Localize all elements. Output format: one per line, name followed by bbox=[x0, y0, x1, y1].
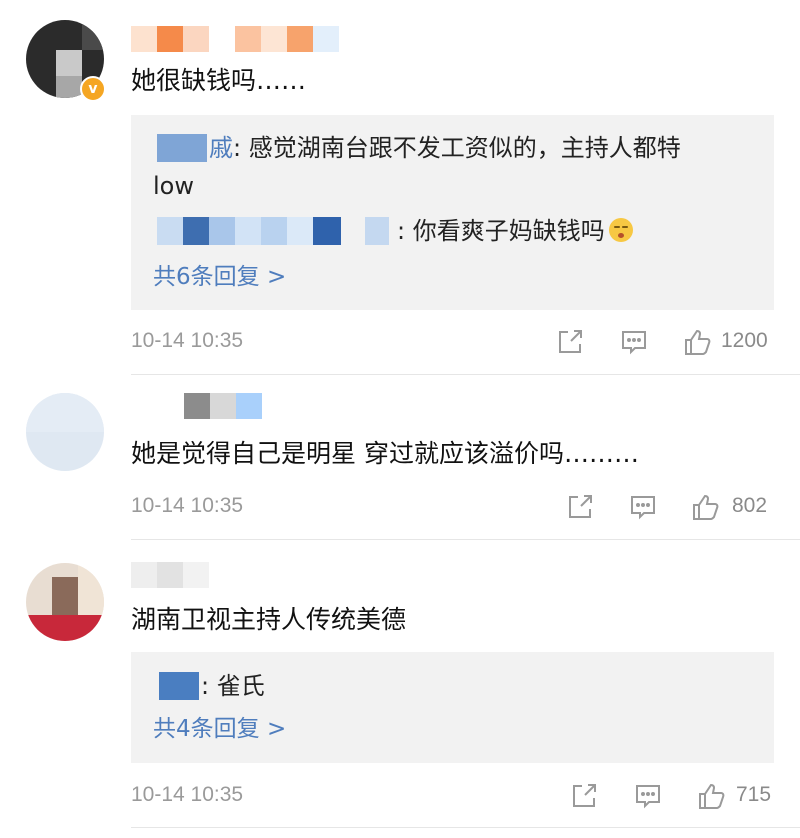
comment-icon[interactable] bbox=[633, 781, 663, 811]
username-blurred[interactable] bbox=[131, 562, 241, 588]
reply-text: : 你看爽子妈缺钱吗 bbox=[397, 217, 605, 245]
comment-item: 她是觉得自己是明星 穿过就应该溢价吗……… 10-14 10:35 802 bbox=[0, 376, 800, 540]
avatar[interactable] bbox=[26, 563, 104, 641]
share-icon[interactable] bbox=[555, 327, 585, 357]
reply-preview-box[interactable]: 戚: 感觉湖南台跟不发工资似的，主持人都特 low : 你看爽子妈缺钱吗 共6条… bbox=[131, 115, 774, 310]
comment-footer: 10-14 10:35 1200 bbox=[131, 327, 777, 361]
comment-footer: 10-14 10:35 802 bbox=[131, 492, 777, 526]
share-icon[interactable] bbox=[565, 492, 595, 522]
comment-footer: 10-14 10:35 715 bbox=[131, 781, 777, 815]
thumbs-up-icon[interactable] bbox=[683, 327, 713, 357]
username-blurred[interactable] bbox=[131, 26, 341, 52]
comment-icon[interactable] bbox=[619, 327, 649, 357]
verified-v-icon: v bbox=[80, 76, 106, 102]
comment-item: v 她很缺钱吗…… 戚: 感觉湖南台跟不发工资似的，主持人都特 low: 你看… bbox=[0, 0, 800, 376]
username-blurred[interactable] bbox=[160, 393, 270, 419]
divider bbox=[131, 827, 800, 828]
reply-preview-box[interactable]: : 雀氏 共4条回复 > bbox=[131, 652, 774, 763]
more-replies-link[interactable]: 共4条回复 > bbox=[153, 714, 286, 744]
comment-text: 她是觉得自己是明星 穿过就应该溢价吗……… bbox=[131, 439, 639, 468]
timestamp: 10-14 10:35 bbox=[131, 494, 244, 517]
reply-text: : 雀氏 bbox=[201, 672, 265, 700]
timestamp: 10-14 10:35 bbox=[131, 329, 244, 352]
like-count: 715 bbox=[736, 783, 772, 806]
avatar[interactable] bbox=[26, 393, 104, 471]
comment-text: 湖南卫视主持人传统美德 bbox=[131, 605, 407, 634]
reply-text: : 感觉湖南台跟不发工资似的，主持人都特 bbox=[233, 134, 681, 162]
thumbs-up-icon[interactable] bbox=[697, 781, 727, 811]
comment-text: 她很缺钱吗…… bbox=[131, 66, 307, 95]
like-count: 802 bbox=[732, 494, 768, 517]
reply-text-continued: low bbox=[153, 172, 194, 200]
reply-author-blurred[interactable] bbox=[153, 217, 393, 245]
shush-emoji-icon bbox=[608, 218, 633, 242]
reply-author-visible: 戚 bbox=[209, 134, 233, 162]
reply-author-blurred[interactable] bbox=[153, 672, 203, 700]
thumbs-up-icon[interactable] bbox=[691, 492, 721, 522]
share-icon[interactable] bbox=[569, 781, 599, 811]
comment-item: 湖南卫视主持人传统美德 : 雀氏 共4条回复 > 10-14 10:35 715 bbox=[0, 540, 800, 838]
divider bbox=[131, 374, 800, 375]
comment-icon[interactable] bbox=[628, 492, 658, 522]
more-replies-link[interactable]: 共6条回复 > bbox=[153, 262, 286, 292]
timestamp: 10-14 10:35 bbox=[131, 783, 244, 806]
like-count: 1200 bbox=[721, 329, 768, 352]
